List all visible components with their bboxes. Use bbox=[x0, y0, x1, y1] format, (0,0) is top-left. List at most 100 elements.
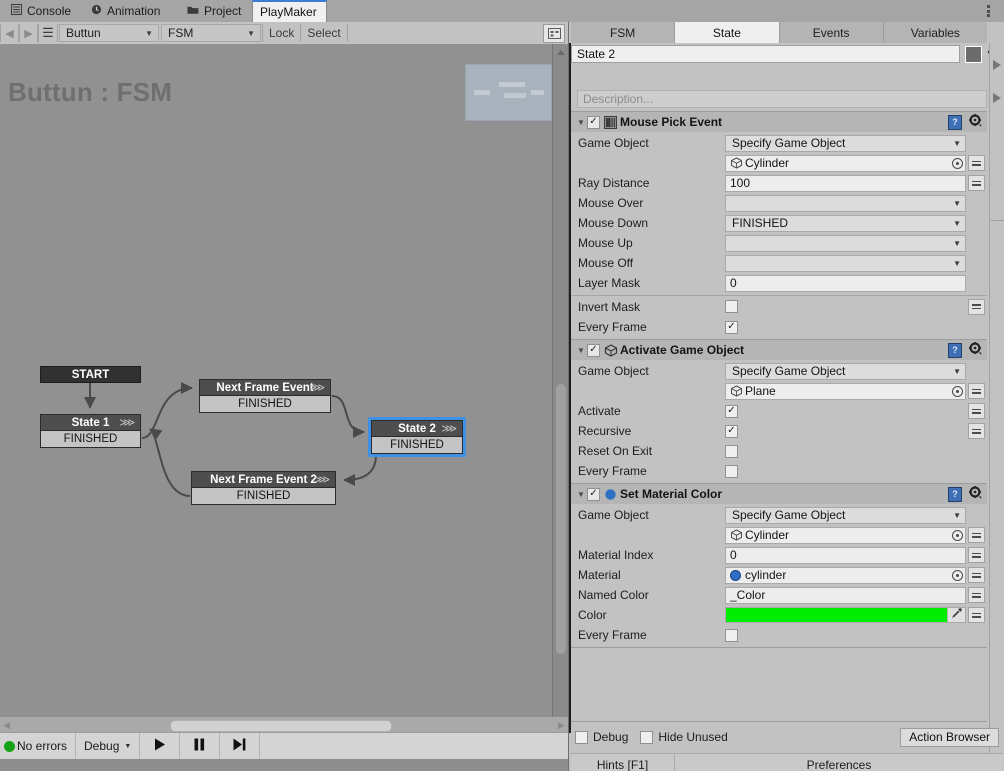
material-field[interactable]: cylinder bbox=[725, 566, 966, 584]
variable-menu-button[interactable] bbox=[968, 383, 985, 399]
tab-console[interactable]: Console bbox=[4, 0, 80, 22]
fsm-select[interactable]: FSM ▼ bbox=[161, 24, 261, 42]
preferences-button[interactable]: Preferences bbox=[675, 754, 1003, 771]
state-node-start[interactable]: START bbox=[40, 366, 141, 383]
fsm-graph-canvas[interactable]: Buttun : FSM START State 1 ⋙ FINISHED Ne… bbox=[0, 44, 552, 716]
material-index-input[interactable]: 0 bbox=[725, 546, 966, 564]
chevron-down-icon[interactable]: ▼ bbox=[575, 490, 587, 499]
recursive-checkbox[interactable]: ✓ bbox=[725, 424, 738, 438]
game-object-field[interactable]: Plane bbox=[725, 382, 966, 400]
tab-state[interactable]: State bbox=[675, 22, 780, 43]
hints-button[interactable]: Hints [F1] bbox=[571, 754, 675, 771]
reset-on-exit-checkbox[interactable] bbox=[725, 444, 738, 458]
book-icon[interactable]: ? bbox=[948, 486, 962, 502]
tab-project[interactable]: Project bbox=[180, 0, 250, 22]
hide-unused-checkbox[interactable] bbox=[640, 730, 654, 744]
variable-menu-button[interactable] bbox=[968, 587, 985, 603]
tab-fsm[interactable]: FSM bbox=[571, 22, 676, 43]
action-enabled-checkbox[interactable]: ✓ bbox=[587, 343, 600, 357]
tab-variables[interactable]: Variables bbox=[883, 22, 987, 43]
error-status[interactable]: No errors bbox=[0, 733, 77, 759]
nav-back-button[interactable]: ◀ bbox=[0, 24, 19, 42]
action-header[interactable]: ▼ ✓ Set Material Color ? bbox=[571, 484, 987, 504]
state-description-input[interactable]: Description... bbox=[577, 90, 987, 108]
variable-menu-button[interactable] bbox=[968, 527, 985, 543]
variable-menu-button[interactable] bbox=[968, 607, 985, 623]
state-name-input[interactable]: State 2 bbox=[571, 45, 960, 63]
variable-menu-button[interactable] bbox=[968, 423, 985, 439]
play-button[interactable] bbox=[140, 733, 181, 759]
canvas-horizontal-scrollbar[interactable]: ◀ ▶ bbox=[0, 716, 568, 733]
action-header[interactable]: ▼ ✓ Mouse Pick Event ? bbox=[571, 112, 987, 132]
nav-forward-button[interactable]: ▶ bbox=[19, 24, 38, 42]
chevron-down-icon[interactable]: ▼ bbox=[575, 118, 587, 127]
every-frame-checkbox[interactable] bbox=[725, 628, 738, 642]
state-node-next-frame-event-2[interactable]: Next Frame Event 2 ⋙ FINISHED bbox=[191, 471, 336, 505]
variable-menu-button[interactable] bbox=[968, 175, 985, 191]
variable-menu-button[interactable] bbox=[968, 403, 985, 419]
layout-toggle-button[interactable] bbox=[543, 23, 565, 43]
book-icon[interactable]: ? bbox=[948, 114, 962, 130]
object-picker-icon[interactable] bbox=[952, 157, 963, 169]
action-header[interactable]: ▼ ✓ Activate Game Object ? bbox=[571, 340, 987, 360]
ray-distance-input[interactable]: 100 bbox=[725, 174, 966, 192]
lock-button[interactable]: Lock bbox=[262, 24, 302, 42]
game-object-source-dropdown[interactable]: Specify Game Object ▼ bbox=[725, 362, 966, 380]
tab-playmaker[interactable]: PlayMaker bbox=[252, 0, 327, 22]
scroll-up-icon[interactable] bbox=[557, 50, 565, 55]
pause-button[interactable] bbox=[180, 733, 221, 759]
kebab-menu-icon[interactable] bbox=[981, 4, 995, 18]
game-object-source-dropdown[interactable]: Specify Game Object ▼ bbox=[725, 134, 966, 152]
variable-menu-button[interactable] bbox=[968, 567, 985, 583]
game-object-source-dropdown[interactable]: Specify Game Object ▼ bbox=[725, 506, 966, 524]
mouse-up-dropdown[interactable]: ▼ bbox=[725, 234, 966, 252]
game-object-select[interactable]: Buttun ▼ bbox=[59, 24, 159, 42]
mouse-down-dropdown[interactable]: FINISHED ▼ bbox=[725, 214, 966, 232]
state-node-next-frame-event[interactable]: Next Frame Event ⋙ FINISHED bbox=[199, 379, 331, 413]
color-swatch[interactable] bbox=[726, 608, 947, 622]
action-enabled-checkbox[interactable]: ✓ bbox=[587, 115, 600, 129]
eyedropper-button[interactable] bbox=[947, 608, 965, 622]
variable-menu-button[interactable] bbox=[968, 155, 985, 171]
action-settings-button[interactable] bbox=[966, 114, 984, 130]
activate-checkbox[interactable]: ✓ bbox=[725, 404, 738, 418]
action-browser-button[interactable]: Action Browser bbox=[900, 727, 999, 747]
action-settings-button[interactable] bbox=[966, 342, 984, 358]
every-frame-checkbox[interactable]: ✓ bbox=[725, 320, 738, 334]
scroll-left-icon[interactable]: ◀ bbox=[3, 721, 10, 730]
state-color-swatch[interactable] bbox=[965, 45, 982, 63]
variable-menu-button[interactable] bbox=[968, 298, 985, 315]
vertical-scroll-thumb[interactable] bbox=[556, 384, 566, 654]
expand-arrow-icon[interactable] bbox=[993, 60, 1001, 70]
object-picker-icon[interactable] bbox=[952, 385, 963, 397]
action-settings-button[interactable] bbox=[966, 486, 984, 502]
object-picker-icon[interactable] bbox=[952, 569, 963, 581]
layer-mask-input[interactable]: 0 bbox=[725, 274, 966, 292]
select-button[interactable]: Select bbox=[301, 24, 348, 42]
expand-arrow-icon[interactable] bbox=[993, 93, 1001, 103]
chevron-down-icon[interactable]: ▼ bbox=[575, 346, 587, 355]
debug-checkbox[interactable] bbox=[575, 730, 588, 744]
invert-mask-checkbox[interactable] bbox=[725, 300, 738, 313]
tab-animation[interactable]: Animation bbox=[84, 0, 169, 22]
state-node-state-1[interactable]: State 1 ⋙ FINISHED bbox=[40, 414, 141, 448]
step-button[interactable] bbox=[220, 733, 261, 759]
state-node-state-2[interactable]: State 2 ⋙ FINISHED bbox=[368, 417, 466, 457]
fsm-menu-button[interactable]: ☰ bbox=[38, 24, 58, 42]
game-object-field[interactable]: Cylinder bbox=[725, 526, 966, 544]
action-enabled-checkbox[interactable]: ✓ bbox=[587, 487, 600, 501]
debug-dropdown[interactable]: Debug ▼ bbox=[76, 733, 141, 759]
object-picker-icon[interactable] bbox=[952, 529, 963, 541]
scroll-right-icon[interactable]: ▶ bbox=[558, 721, 565, 730]
horizontal-scroll-thumb[interactable] bbox=[170, 720, 392, 732]
named-color-input[interactable]: _Color bbox=[725, 586, 966, 604]
tab-events[interactable]: Events bbox=[779, 22, 884, 43]
mouse-off-dropdown[interactable]: ▼ bbox=[725, 254, 966, 272]
every-frame-checkbox[interactable] bbox=[725, 464, 738, 478]
color-field[interactable] bbox=[725, 607, 966, 623]
variable-menu-button[interactable] bbox=[968, 547, 985, 563]
mouse-over-dropdown[interactable]: ▼ bbox=[725, 194, 966, 212]
canvas-vertical-scrollbar[interactable] bbox=[552, 44, 569, 716]
game-object-field[interactable]: Cylinder bbox=[725, 154, 966, 172]
book-icon[interactable]: ? bbox=[948, 342, 962, 358]
